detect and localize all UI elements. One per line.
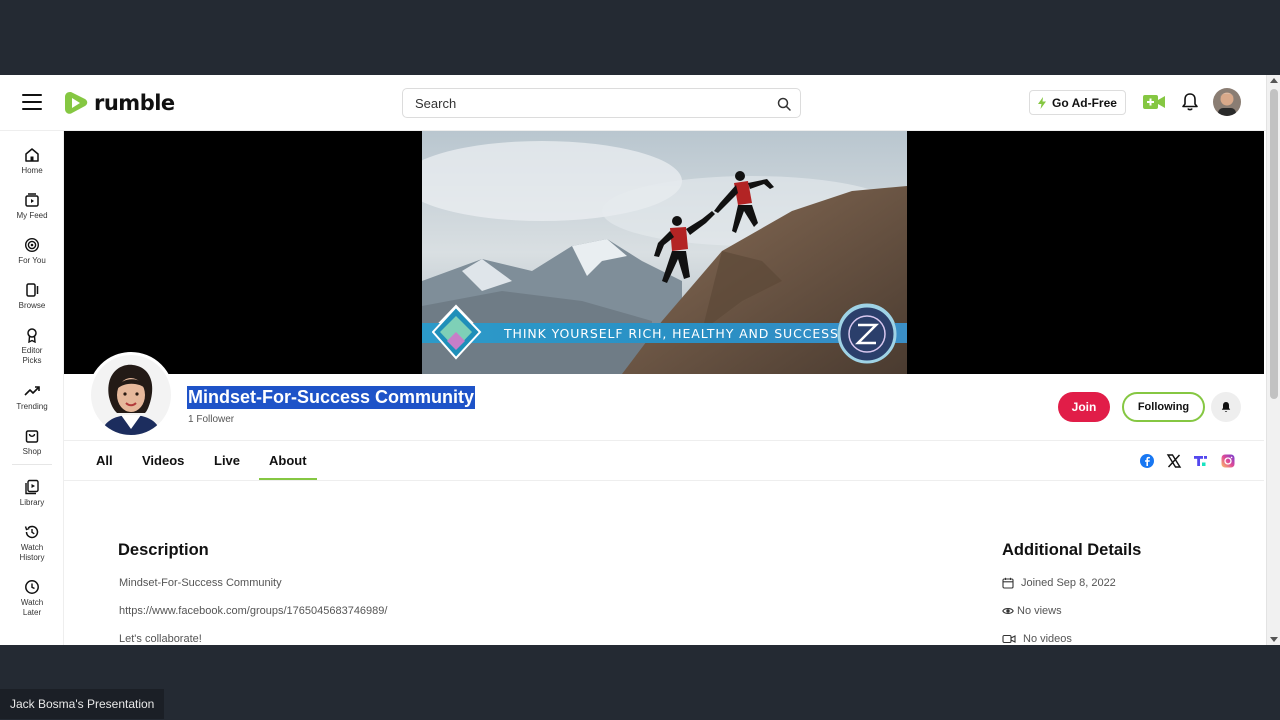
x-icon[interactable] [1166, 453, 1182, 469]
active-tab-indicator [259, 478, 317, 480]
browse-icon [26, 283, 39, 297]
channel-banner: THINK YOURSELF RICH, HEALTHY AND SUCCESS… [64, 131, 1264, 374]
tab-about[interactable]: About [269, 453, 307, 468]
description-link[interactable]: https://www.facebook.com/groups/17650456… [119, 605, 387, 617]
logo-text: rumble [94, 91, 175, 115]
detail-text: No videos [1023, 633, 1072, 645]
banner-diamond-logo-icon [432, 306, 482, 360]
sidebar-item-browse[interactable]: Browse [0, 282, 64, 311]
sidebar-item-label: Watch History [19, 543, 45, 562]
history-icon [24, 525, 39, 539]
calendar-icon [1002, 577, 1014, 589]
sidebar-item-my-feed[interactable]: My Feed [0, 192, 64, 221]
scroll-up-arrow-icon[interactable] [1270, 78, 1278, 83]
trending-icon [24, 386, 40, 396]
sidebar-item-label: Library [19, 498, 45, 507]
channel-tabs: All Videos Live About [64, 441, 1264, 481]
sidebar-item-watch-later[interactable]: Watch Later [0, 579, 64, 618]
sidebar-item-home[interactable]: Home [0, 147, 64, 176]
detail-text: No views [1017, 605, 1062, 617]
library-icon [25, 479, 39, 495]
sidebar-item-library[interactable]: Library [0, 479, 64, 508]
lightning-icon [1038, 96, 1047, 109]
sidebar-item-label: Watch Later [20, 598, 44, 617]
detail-views: No views [1002, 605, 1062, 617]
home-icon [25, 148, 39, 162]
channel-avatar[interactable] [88, 352, 174, 438]
banner-image: THINK YOURSELF RICH, HEALTHY AND SUCCESS… [422, 131, 907, 374]
presentation-caption: Jack Bosma's Presentation [0, 689, 165, 719]
rumble-logo-icon [65, 92, 88, 114]
truth-social-icon[interactable] [1193, 453, 1209, 469]
upload-video-icon[interactable] [1142, 93, 1166, 111]
go-ad-free-button[interactable]: Go Ad-Free [1029, 90, 1126, 115]
award-icon [27, 328, 37, 343]
hamburger-menu-icon[interactable] [22, 94, 44, 112]
notifications-bell-icon[interactable] [1180, 92, 1200, 112]
clock-icon [25, 580, 39, 594]
channel-name: Mindset-For-Success Community [187, 386, 476, 409]
sidebar-item-shop[interactable]: Shop [0, 428, 64, 457]
description-line: Let's collaborate! [119, 633, 202, 645]
banner-tagline: THINK YOURSELF RICH, HEALTHY AND SUCCESS… [504, 326, 871, 341]
following-button[interactable]: Following [1122, 392, 1205, 422]
detail-videos: No videos [1002, 633, 1072, 645]
sidebar-divider [12, 464, 52, 465]
sidebar-item-watch-history[interactable]: Watch History [0, 524, 64, 563]
sidebar-item-for-you[interactable]: For You [0, 237, 64, 266]
channel-notification-button[interactable] [1211, 392, 1241, 422]
sidebar-item-label: Browse [18, 301, 46, 310]
description-heading: Description [118, 541, 209, 559]
search-bar[interactable] [402, 88, 801, 118]
sidebar-item-trending[interactable]: Trending [0, 383, 64, 412]
left-sidebar: Home My Feed For You Browse Editor Picks… [0, 131, 64, 645]
eye-icon [1002, 608, 1014, 614]
banner-emblem-icon [837, 304, 897, 364]
additional-details-heading: Additional Details [1002, 541, 1142, 559]
facebook-icon[interactable] [1139, 453, 1155, 469]
follower-count: 1 Follower [188, 414, 235, 425]
detail-joined: Joined Sep 8, 2022 [1002, 577, 1116, 589]
instagram-icon[interactable] [1220, 453, 1236, 469]
feed-icon [25, 193, 39, 207]
sidebar-item-label: Editor Picks [21, 346, 43, 365]
video-icon [1002, 634, 1016, 644]
go-ad-free-label: Go Ad-Free [1052, 95, 1117, 110]
target-icon [24, 237, 40, 253]
join-button[interactable]: Join [1058, 392, 1110, 422]
scroll-down-arrow-icon[interactable] [1270, 637, 1278, 642]
detail-text: Joined Sep 8, 2022 [1021, 577, 1116, 589]
description-line: Mindset-For-Success Community [119, 577, 282, 589]
sidebar-item-label: My Feed [16, 211, 48, 220]
tab-all[interactable]: All [96, 453, 113, 468]
tab-videos[interactable]: Videos [142, 453, 184, 468]
shop-icon [25, 430, 39, 443]
scroll-thumb[interactable] [1270, 89, 1278, 399]
browser-viewport: rumble Go Ad-Free Home My Feed For You [0, 75, 1280, 645]
sidebar-item-label: Trending [16, 402, 48, 411]
sidebar-item-label: Shop [22, 447, 42, 456]
search-icon[interactable] [776, 96, 792, 112]
top-navigation-bar: rumble Go Ad-Free [0, 75, 1266, 131]
tab-live[interactable]: Live [214, 453, 240, 468]
bell-icon [1221, 402, 1231, 412]
rumble-logo[interactable]: rumble [64, 89, 175, 117]
user-avatar[interactable] [1213, 88, 1241, 116]
sidebar-item-editor-picks[interactable]: Editor Picks [0, 327, 64, 366]
page-scrollbar[interactable] [1266, 75, 1280, 645]
sidebar-item-label: Home [21, 166, 43, 175]
channel-header: Mindset-For-Success Community 1 Follower… [64, 352, 1264, 441]
search-input[interactable] [415, 96, 755, 111]
sidebar-item-label: For You [18, 256, 46, 265]
